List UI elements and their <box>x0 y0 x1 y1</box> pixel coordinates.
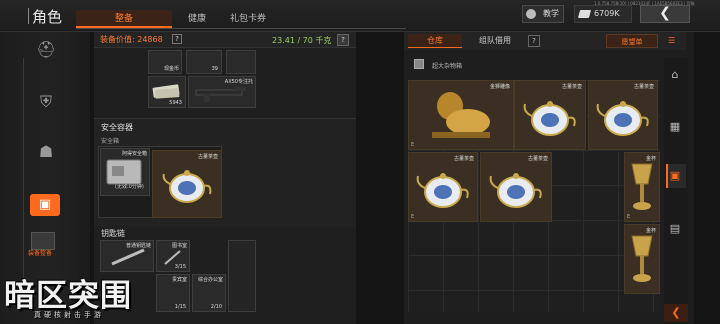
equipment-value: 装备价值: 24868 <box>100 35 163 44</box>
equipment-value-help-icon[interactable]: ? <box>172 34 182 44</box>
slot-count: 5943 <box>169 100 182 106</box>
cash-icon <box>577 10 592 18</box>
slot-tag: 阿得安全箱 <box>121 151 147 157</box>
teapot-icon <box>416 173 469 208</box>
tab-health[interactable]: 健康 <box>174 10 220 28</box>
tab-warehouse[interactable]: 仓库 <box>408 34 462 48</box>
item-tag: 古董茶壶 <box>527 156 548 162</box>
chevron-left-icon: ❮ <box>659 5 671 21</box>
safe-tab-icon[interactable]: ▣ <box>668 169 682 183</box>
weight-help-icon[interactable]: ? <box>337 34 349 46</box>
teapot-icon <box>489 173 542 208</box>
key-slot[interactable]: 贵宾室 1/15 <box>156 274 190 312</box>
safe-container-heading: 安全容器 <box>101 123 133 132</box>
slot-tag: 综合办公室 <box>197 277 223 283</box>
collapse-button[interactable]: ❮ <box>664 304 688 322</box>
inventory-slot[interactable]: 39 <box>186 50 222 74</box>
backpack-icon[interactable]: ☗ <box>36 142 56 162</box>
slot-tag: 贵宾室 <box>171 277 187 283</box>
slot-tag: 现金币 <box>163 66 179 72</box>
body-armor-icon[interactable]: ⛨ <box>36 92 56 112</box>
safe-box-subheading: 安全箱 <box>101 138 120 145</box>
teapot-icon <box>162 170 212 203</box>
keychain-heading: 钥匙链 <box>101 229 125 238</box>
lion-statue-icon <box>432 92 490 138</box>
inventory-slot[interactable] <box>226 50 256 74</box>
case-icon[interactable]: ▣ <box>30 194 60 216</box>
teapot-icon <box>523 101 576 136</box>
game-logo-title: 暗区突围 <box>4 278 132 314</box>
item-tag: 古董茶壶 <box>633 84 654 90</box>
page-title: 角色 <box>32 8 63 26</box>
goblet-icon <box>631 163 653 210</box>
weight-readout: 23.41 / 70 千克 <box>272 36 332 45</box>
wishlist-button[interactable]: 愿望单 <box>606 34 658 48</box>
slot-count: 1/15 <box>174 304 186 310</box>
crate-tab-icon[interactable]: ▦ <box>668 120 682 134</box>
currency-display: 6709K <box>574 5 632 23</box>
item-mark: E <box>411 214 415 220</box>
empty-key-slot[interactable] <box>228 240 256 312</box>
safe-box-icon <box>106 159 142 185</box>
key-slot[interactable]: 综合办公室 2/10 <box>192 274 226 312</box>
home-icon[interactable]: ⌂ <box>668 68 682 82</box>
tab-equipment[interactable]: 整备 <box>76 10 172 28</box>
item-tag: 古董茶壶 <box>561 84 582 90</box>
sidebar-active-label: 装备整备 <box>28 250 53 257</box>
chevron-left-icon: ❮ <box>671 306 681 319</box>
goblet-icon <box>631 235 653 282</box>
item-tag: 古董茶壶 <box>197 154 218 160</box>
back-button[interactable]: ❮ <box>640 5 690 23</box>
rifle-icon <box>195 87 246 102</box>
crate-icon <box>414 59 424 69</box>
cabinet-icon[interactable]: ▤ <box>668 222 682 236</box>
tab-gift-cards[interactable]: 礼包卡券 <box>222 10 274 28</box>
slot-count: 2/10 <box>210 304 222 310</box>
cash-stack-icon <box>152 84 180 99</box>
teapot-icon <box>596 101 649 136</box>
slot-count: 39 <box>211 66 218 72</box>
person-icon <box>526 9 536 19</box>
currency-value: 6709K <box>594 9 620 18</box>
tutorial-button[interactable]: 教学 <box>522 5 564 23</box>
storage-help-icon[interactable]: ? <box>528 35 540 47</box>
game-logo-subtitle: 真硬核射击手游 <box>34 311 104 319</box>
item-tag: 古董茶壶 <box>453 156 474 162</box>
storage-menu-icon[interactable]: ☰ <box>668 36 675 45</box>
inventory-slot[interactable]: 现金币 <box>148 50 182 74</box>
item-mark: E <box>411 142 415 148</box>
storage-side-rail <box>664 58 688 324</box>
key-icon <box>111 248 145 266</box>
helmet-icon[interactable]: ⛑ <box>36 40 56 60</box>
tab-underline <box>76 28 406 29</box>
title-divider <box>28 8 29 24</box>
tutorial-label: 教学 <box>543 9 559 18</box>
crate-label: 超大杂物箱 <box>432 63 463 70</box>
tab-team-borrow[interactable]: 组队借用 <box>466 34 524 48</box>
key-icon <box>164 250 181 265</box>
